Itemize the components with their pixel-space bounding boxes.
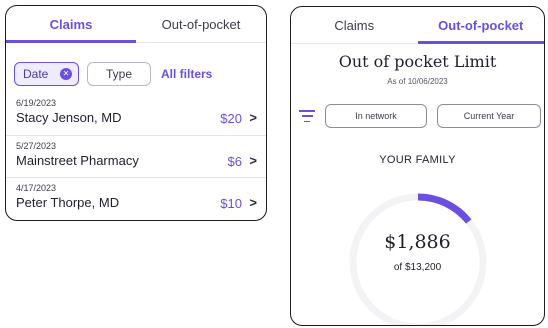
claims-card: Claims Out-of-pocket Date ✕ Type All fil… xyxy=(5,5,267,221)
out-of-pocket-card: Claims Out-of-pocket Out of pocket Limit… xyxy=(290,6,545,326)
claim-date: 4/17/2023 xyxy=(16,183,57,193)
tab-out-of-pocket[interactable]: Out-of-pocket xyxy=(136,6,266,42)
section-label: YOUR FAMILY xyxy=(379,154,456,166)
claims-tab-bar: Claims Out-of-pocket xyxy=(6,6,266,43)
chevron-right-icon: > xyxy=(249,195,257,210)
claims-list: 6/19/2023 Stacy Jenson, MD $20 > 5/27/20… xyxy=(6,93,266,219)
in-network-button[interactable]: In network xyxy=(325,104,427,128)
all-filters-link[interactable]: All filters xyxy=(161,67,212,81)
chevron-right-icon: > xyxy=(249,110,257,125)
chevron-right-icon: > xyxy=(249,153,257,168)
claim-amount: $20 xyxy=(220,111,242,126)
page-title: Out of pocket Limit xyxy=(338,52,497,71)
filter-icon[interactable] xyxy=(299,110,315,122)
claim-row[interactable]: 4/17/2023 Peter Thorpe, MD $10 > xyxy=(6,177,266,219)
claim-row[interactable]: 5/27/2023 Mainstreet Pharmacy $6 > xyxy=(6,135,266,177)
type-filter-button[interactable]: Type xyxy=(87,62,151,86)
active-tab-indicator xyxy=(6,40,136,43)
close-icon[interactable]: ✕ xyxy=(60,68,72,80)
claims-filter-bar: Date ✕ Type All filters xyxy=(6,43,266,93)
oop-tab-bar: Claims Out-of-pocket xyxy=(291,7,544,44)
tab-out-of-pocket[interactable]: Out-of-pocket xyxy=(418,7,545,43)
claim-provider: Mainstreet Pharmacy xyxy=(16,153,139,168)
limit-amount: of $13,200 xyxy=(393,262,442,273)
tab-claims[interactable]: Claims xyxy=(6,6,136,42)
date-filter-label: Date xyxy=(23,67,49,81)
claim-row[interactable]: 6/19/2023 Stacy Jenson, MD $20 > xyxy=(6,93,266,135)
spent-amount: $1,886 xyxy=(384,231,451,253)
claim-date: 6/19/2023 xyxy=(16,98,57,108)
current-year-button[interactable]: Current Year xyxy=(437,104,541,128)
claim-amount: $6 xyxy=(227,154,242,169)
as-of-date: As of 10/06/2023 xyxy=(387,77,448,86)
active-tab-indicator xyxy=(417,41,544,44)
claim-date: 5/27/2023 xyxy=(16,141,57,151)
date-filter-chip[interactable]: Date ✕ xyxy=(14,62,79,86)
claim-amount: $10 xyxy=(220,196,242,211)
progress-ring xyxy=(349,193,486,325)
tab-claims[interactable]: Claims xyxy=(291,7,418,43)
oop-filter-bar: In network Current Year xyxy=(291,104,544,128)
